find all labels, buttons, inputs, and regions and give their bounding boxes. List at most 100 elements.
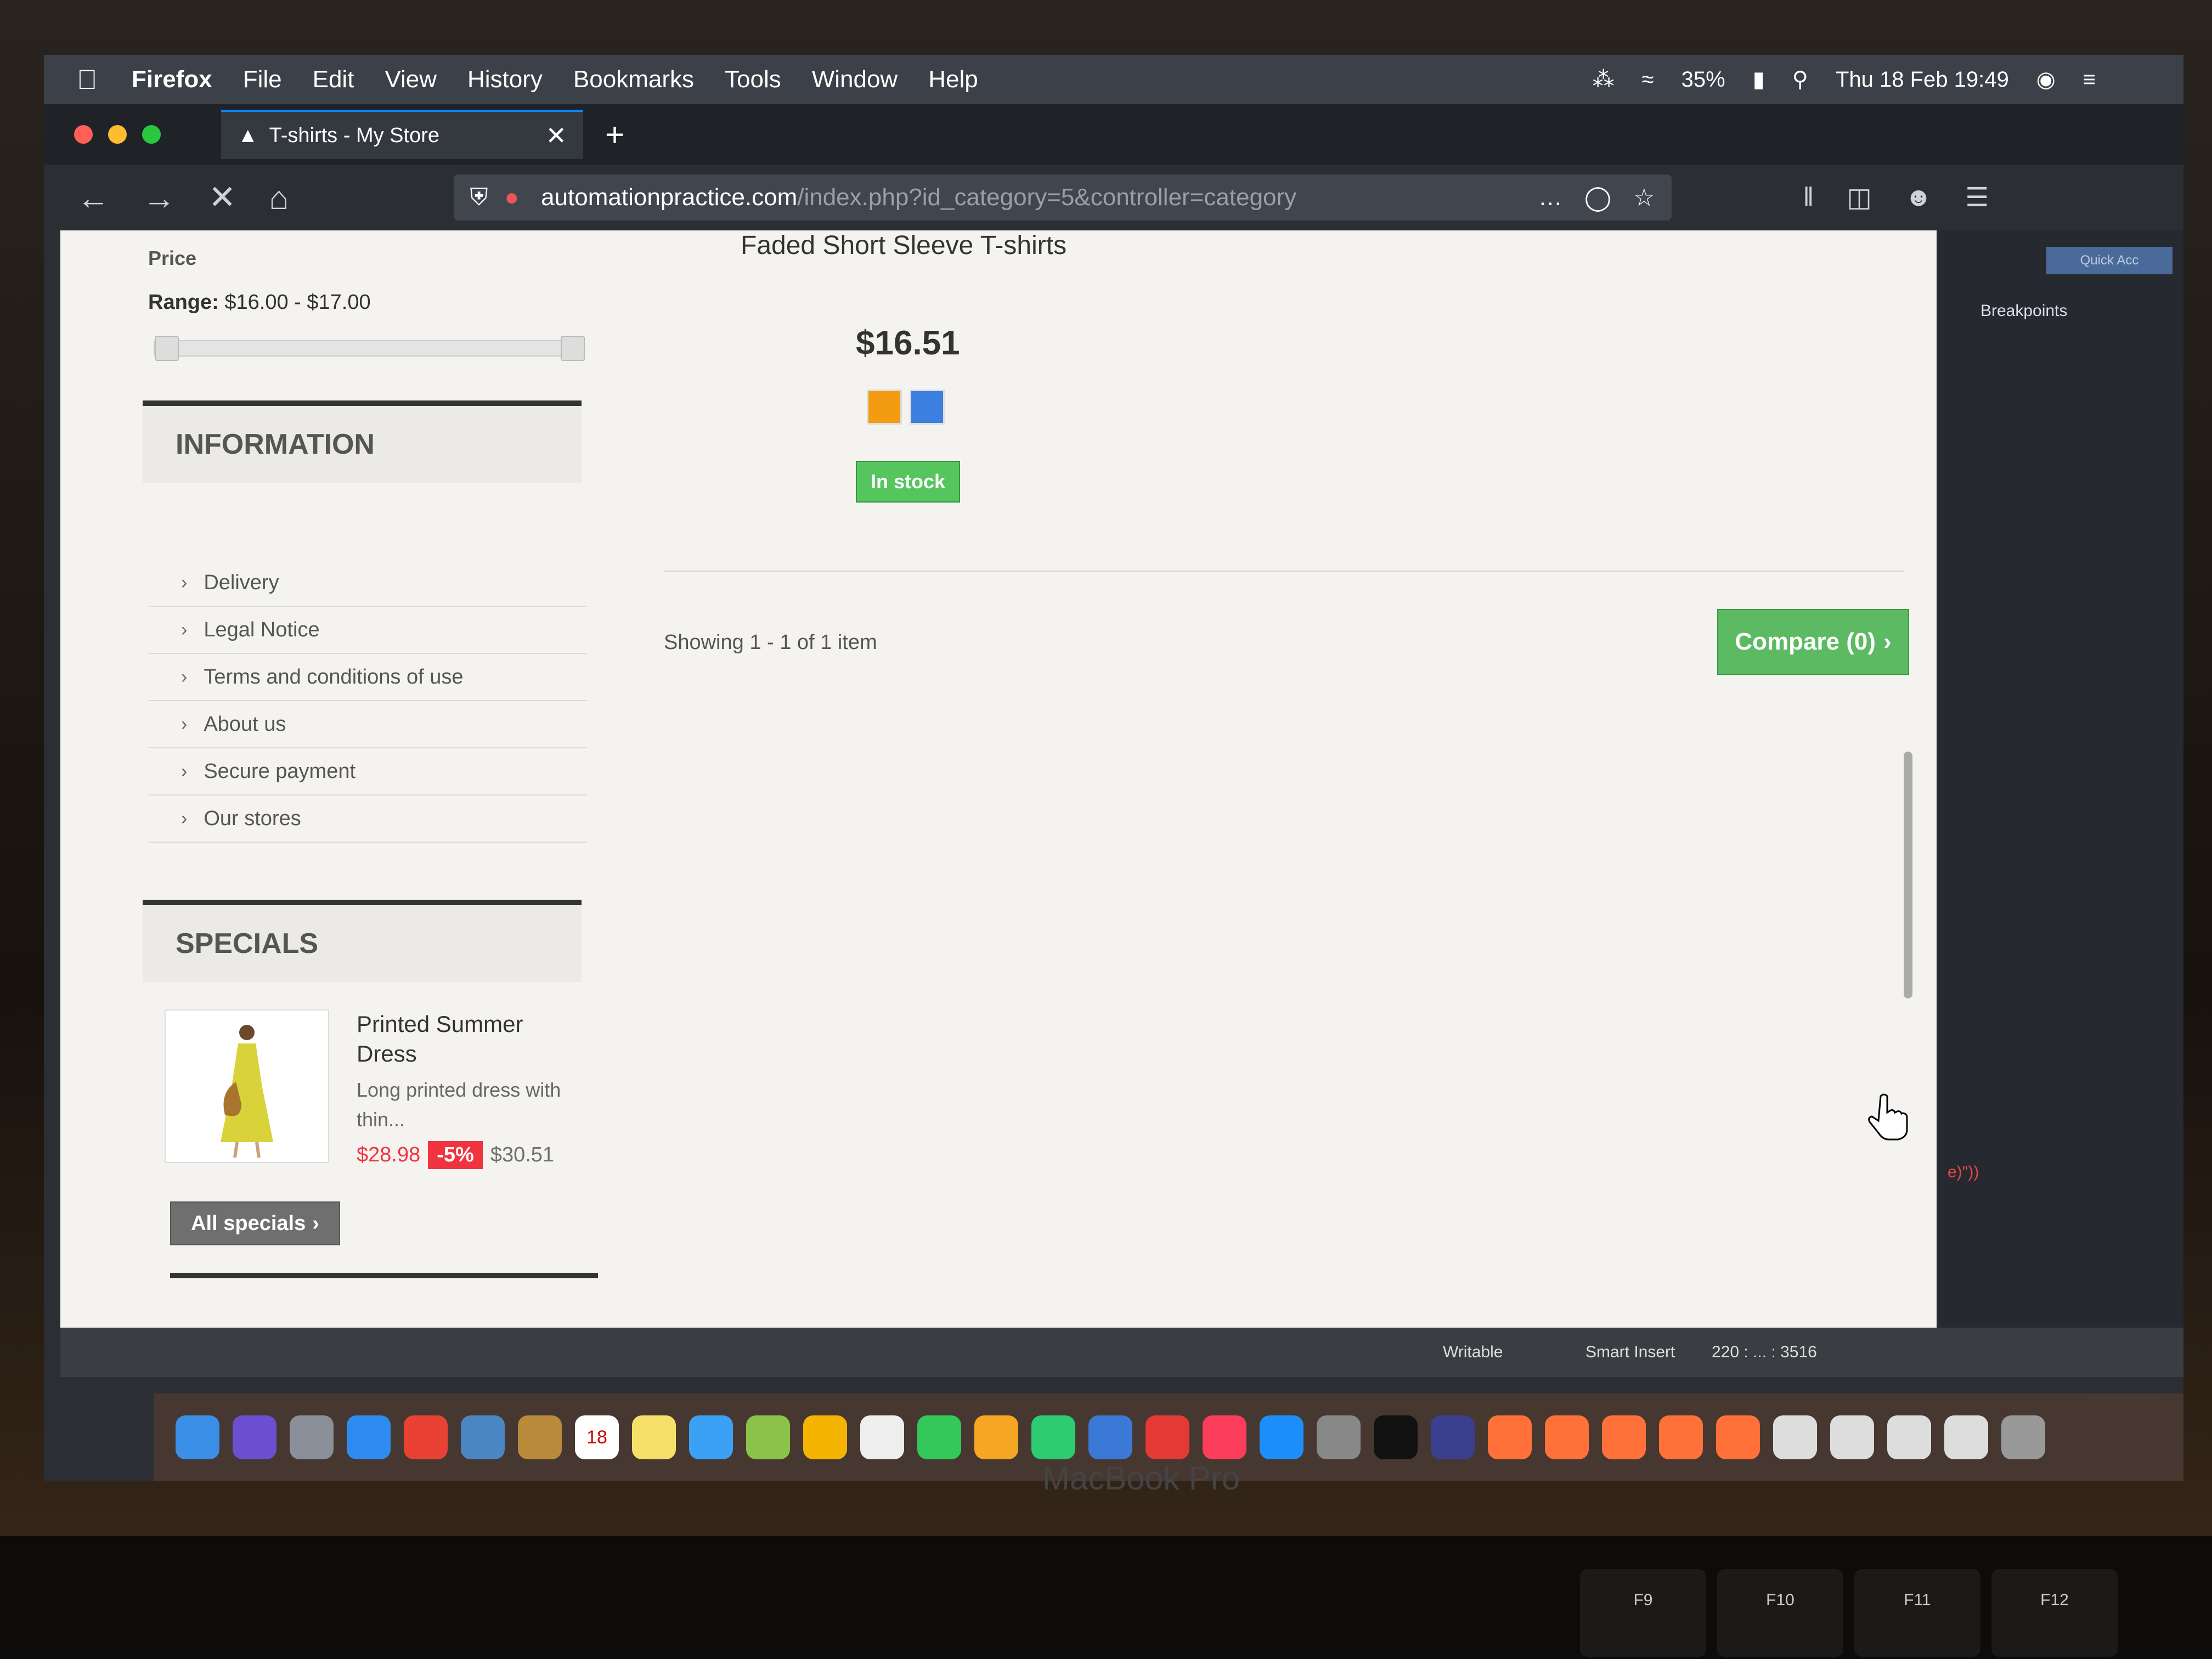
- apple-icon[interactable]: : [77, 64, 110, 95]
- forward-button[interactable]: →: [143, 179, 176, 217]
- info-link-secure-payment[interactable]: › Secure payment: [148, 748, 587, 795]
- price-range-slider[interactable]: [154, 336, 585, 361]
- product-name[interactable]: Faded Short Sleeve T-shirts: [741, 230, 1066, 261]
- special-product-description: Long printed dress with thin...: [357, 1079, 561, 1131]
- all-specials-button[interactable]: All specials ›: [170, 1201, 340, 1245]
- firefox-icon[interactable]: [1602, 1415, 1646, 1459]
- safari-icon[interactable]: [347, 1415, 391, 1459]
- spotlight-search-icon[interactable]: ⚲: [1792, 67, 1808, 92]
- tab-active[interactable]: ▲ T-shirts - My Store ✕: [221, 110, 583, 159]
- info-link-our-stores[interactable]: › Our stores: [148, 795, 587, 843]
- information-block-title[interactable]: INFORMATION: [143, 400, 582, 483]
- window-thumbnail-icon[interactable]: [1830, 1415, 1874, 1459]
- compare-button[interactable]: Compare (0) ›: [1717, 609, 1909, 675]
- account-icon[interactable]: ☻: [1905, 182, 1933, 213]
- permissions-icon[interactable]: ●: [505, 184, 520, 211]
- finder-icon[interactable]: [176, 1415, 219, 1459]
- siri-icon[interactable]: ◉: [2036, 67, 2056, 92]
- calendar-icon[interactable]: 18: [575, 1415, 619, 1459]
- chrome-icon[interactable]: [404, 1415, 448, 1459]
- system-preferences-icon[interactable]: [1317, 1415, 1361, 1459]
- special-product-image[interactable]: [165, 1009, 329, 1163]
- new-tab-button[interactable]: +: [605, 116, 624, 154]
- bookmark-star-icon[interactable]: ☆: [1633, 184, 1655, 212]
- messages-icon[interactable]: [689, 1415, 733, 1459]
- breakpoints-tab[interactable]: Breakpoints: [1980, 302, 2067, 320]
- special-product-name[interactable]: Printed Summer Dress: [357, 1009, 576, 1069]
- url-bar[interactable]: ⛨ ● automationpractice.com /index.php?id…: [453, 174, 1672, 221]
- info-link-about-us[interactable]: › About us: [148, 701, 587, 748]
- stop-loading-button[interactable]: ✕: [208, 178, 236, 217]
- menubar-clock[interactable]: Thu 18 Feb 19:49: [1836, 67, 2009, 92]
- library-icon[interactable]: ‖: [1803, 182, 1814, 213]
- notes-icon[interactable]: [632, 1415, 676, 1459]
- info-link-label: Legal Notice: [204, 618, 320, 641]
- menu-help[interactable]: Help: [928, 66, 978, 93]
- specials-block-title[interactable]: SPECIALS: [143, 900, 582, 982]
- contacts-icon[interactable]: [518, 1415, 562, 1459]
- menu-tools[interactable]: Tools: [725, 66, 781, 93]
- pocket-icon[interactable]: ◯: [1584, 184, 1611, 212]
- info-link-legal-notice[interactable]: › Legal Notice: [148, 607, 587, 654]
- menu-bookmarks[interactable]: Bookmarks: [573, 66, 694, 93]
- page-scrollbar[interactable]: [1904, 752, 1912, 998]
- firefox-icon[interactable]: [1659, 1415, 1703, 1459]
- product-list: Faded Short Sleeve T-shirts $16.51 In st…: [664, 230, 1926, 1328]
- trash-icon[interactable]: [2001, 1415, 2045, 1459]
- menu-history[interactable]: History: [467, 66, 543, 93]
- facetime-icon[interactable]: [917, 1415, 961, 1459]
- chevron-right-icon: ›: [181, 666, 188, 687]
- color-swatch-blue[interactable]: [910, 390, 945, 425]
- notification-center-icon[interactable]: ≡: [2083, 67, 2096, 92]
- close-window-button[interactable]: [74, 125, 93, 144]
- menu-app-firefox[interactable]: Firefox: [132, 66, 212, 93]
- key-f12: F12: [1991, 1569, 2118, 1657]
- eclipse-icon[interactable]: [1431, 1415, 1475, 1459]
- minimize-window-button[interactable]: [108, 125, 127, 144]
- window-thumbnail-icon[interactable]: [1773, 1415, 1817, 1459]
- firefox-icon[interactable]: [1716, 1415, 1760, 1459]
- siri-icon[interactable]: [233, 1415, 276, 1459]
- preview-icon[interactable]: [461, 1415, 505, 1459]
- battery-percent[interactable]: 35%: [1681, 67, 1725, 92]
- left-column: Price Range: $16.00 - $17.00 INFORMATION…: [121, 230, 598, 1328]
- firefox-icon[interactable]: [1545, 1415, 1589, 1459]
- info-link-delivery[interactable]: › Delivery: [148, 560, 587, 607]
- music-icon[interactable]: [1203, 1415, 1246, 1459]
- color-swatch-orange[interactable]: [867, 390, 902, 425]
- numbers-icon[interactable]: [1031, 1415, 1075, 1459]
- menu-file[interactable]: File: [243, 66, 282, 93]
- menu-edit[interactable]: Edit: [313, 66, 354, 93]
- menu-window[interactable]: Window: [812, 66, 898, 93]
- battery-icon[interactable]: ▮: [1753, 67, 1765, 92]
- bluetooth-icon[interactable]: ⁂: [1593, 67, 1615, 92]
- firefox-icon[interactable]: [1488, 1415, 1532, 1459]
- divider: [664, 571, 1904, 572]
- menu-view[interactable]: View: [385, 66, 437, 93]
- chevron-right-icon: ›: [181, 572, 188, 593]
- tracking-shield-icon[interactable]: ⛨: [470, 184, 488, 211]
- home-button[interactable]: ⌂: [269, 179, 289, 217]
- keynote-icon[interactable]: [1088, 1415, 1132, 1459]
- slider-min-handle[interactable]: [155, 336, 179, 361]
- wifi-icon[interactable]: ≈: [1642, 67, 1654, 92]
- page-actions-icon[interactable]: …: [1538, 184, 1562, 212]
- slider-max-handle[interactable]: [561, 336, 585, 361]
- close-tab-icon[interactable]: ✕: [545, 121, 567, 150]
- window-thumbnail-icon[interactable]: [1944, 1415, 1988, 1459]
- info-link-terms[interactable]: › Terms and conditions of use: [148, 654, 587, 701]
- reminders-icon[interactable]: [860, 1415, 904, 1459]
- launchpad-icon[interactable]: [290, 1415, 334, 1459]
- sidebar-toggle-icon[interactable]: ◫: [1847, 182, 1871, 213]
- news-icon[interactable]: [1146, 1415, 1189, 1459]
- maps-icon[interactable]: [746, 1415, 790, 1459]
- hamburger-menu-icon[interactable]: ☰: [1965, 182, 1989, 213]
- app-store-icon[interactable]: [1260, 1415, 1304, 1459]
- back-button[interactable]: ←: [77, 179, 110, 217]
- zoom-window-button[interactable]: [142, 125, 161, 144]
- terminal-icon[interactable]: [1374, 1415, 1418, 1459]
- window-thumbnail-icon[interactable]: [1887, 1415, 1931, 1459]
- photos-icon[interactable]: [803, 1415, 847, 1459]
- quick-access-button[interactable]: Quick Acc: [2046, 247, 2172, 274]
- pages-icon[interactable]: [974, 1415, 1018, 1459]
